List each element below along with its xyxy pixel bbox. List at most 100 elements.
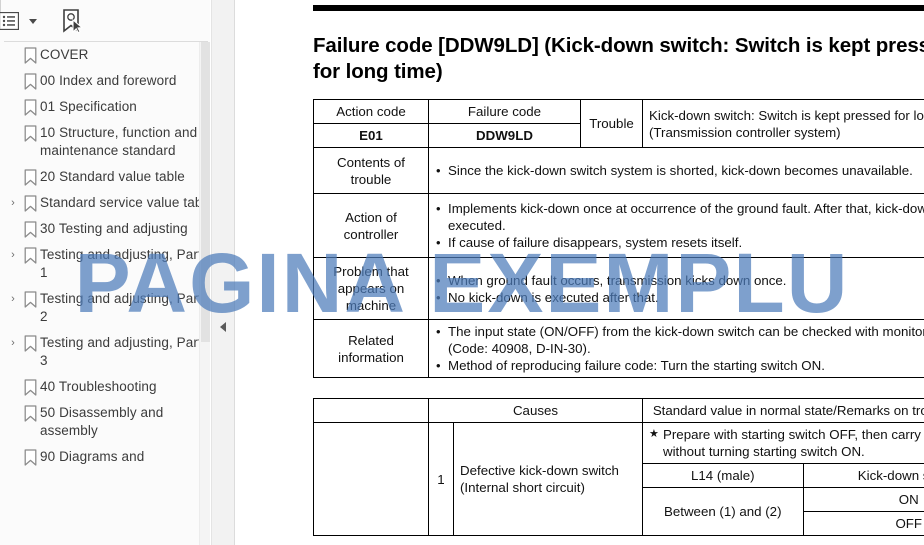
cause-number: 1 (428, 422, 454, 536)
table-row: L14 (male) Kick-down switch (643, 464, 924, 488)
header-action-code: Action code (313, 99, 429, 124)
row-label-problem-on-machine: Problem that appears on machine (313, 257, 429, 320)
empty-corner-cell (313, 398, 429, 423)
bullet-item: When ground fault occurs, transmission k… (435, 272, 924, 289)
related-information-cell: The input state (ON/OFF) from the kick-d… (428, 319, 924, 378)
bullet-item: Method of reproducing failure code: Turn… (435, 357, 924, 374)
sidebar-splitter[interactable] (211, 0, 235, 545)
bookmark-item-0[interactable]: ›COVER (0, 42, 210, 68)
bookmark-item-9[interactable]: › Testing and adjusting, Part 3 (0, 330, 210, 374)
bookmark-item-11[interactable]: ›50 Disassembly and assembly (0, 400, 210, 444)
bookmark-item-5[interactable]: › Standard service value tab (0, 190, 210, 216)
table-row: Related information The input state (ON/… (313, 319, 924, 378)
bookmark-item-label: 20 Standard value table (40, 169, 185, 184)
bullet-item: If cause of failure disappears, system r… (435, 234, 924, 251)
bookmark-item-2[interactable]: ›01 Specification (0, 94, 210, 120)
bookmark-icon (20, 448, 40, 466)
sidebar-scrollbar-thumb[interactable] (201, 42, 210, 342)
cause-line-1: Defective kick-down switch (460, 463, 619, 478)
bookmark-item-12[interactable]: ›90 Diagrams and (0, 444, 210, 470)
bookmark-icon (20, 194, 40, 212)
table-row: Action code Failure code Trouble Kick-do… (313, 99, 924, 148)
value-failure-code: DDW9LD (428, 123, 581, 148)
row-label-action-of-controller: Action of controller (313, 193, 429, 258)
action-of-controller-cell: Implements kick-down once at occurrence … (428, 193, 924, 258)
row-label-related-information: Related information (313, 319, 429, 378)
value-action-code: E01 (313, 123, 429, 148)
table-row: Action of controller Implements kick-dow… (313, 193, 924, 258)
bullet-item: Since the kick-down switch system is sho… (435, 162, 924, 179)
bookmark-item-6[interactable]: ›30 Testing and adjusting (0, 216, 210, 242)
triangle-left-icon (220, 322, 226, 332)
header-standard-value: Standard value in normal state/Remarks o… (642, 398, 924, 423)
header-causes: Causes (428, 398, 643, 423)
bookmark-pointer-icon[interactable] (55, 6, 87, 36)
sidebar-scrollbar[interactable] (199, 42, 210, 545)
page-header-rule (313, 5, 924, 11)
bookmark-icon (20, 220, 40, 238)
trouble-description: Kick-down switch: Switch is kept pressed… (642, 99, 924, 148)
standard-value-note: Prepare with starting switch OFF, then c… (642, 422, 924, 464)
bookmark-item-label: Testing and adjusting, Part 1 (40, 247, 202, 280)
bookmark-list[interactable]: ›COVER›00 Index and foreword›01 Specific… (0, 42, 210, 545)
table-row: Contents of trouble Since the kick-down … (313, 147, 924, 194)
measurement-points: Between (1) and (2) (643, 487, 804, 535)
bookmark-item-7[interactable]: › Testing and adjusting, Part 1 (0, 242, 210, 286)
header-trouble: Trouble (580, 99, 643, 148)
bookmark-item-label: 50 Disassembly and assembly (40, 405, 164, 438)
table-row: Causes Standard value in normal state/Re… (313, 398, 924, 423)
standard-value-subtable-cell: L14 (male) Kick-down switch Between (1) … (642, 463, 924, 536)
contents-of-trouble-cell: Since the kick-down switch system is sho… (428, 147, 924, 194)
measurement-subtable: L14 (male) Kick-down switch Between (1) … (643, 464, 924, 535)
trouble-line-2: (Transmission controller system) (649, 124, 841, 140)
bookmark-icon (20, 72, 40, 90)
bookmark-icon (20, 46, 40, 64)
chevron-right-icon[interactable]: › (6, 246, 20, 261)
bookmark-item-3[interactable]: ›10 Structure, function and maintenance … (0, 120, 210, 164)
bookmark-item-4[interactable]: ›20 Standard value table (0, 164, 210, 190)
bookmark-item-label: 10 Structure, function and maintenance s… (40, 125, 198, 158)
bookmark-icon (20, 290, 40, 308)
cause-line-2: (Internal short circuit) (460, 480, 585, 495)
bookmark-icon (20, 124, 40, 142)
failure-code-summary-table: Action code Failure code Trouble Kick-do… (313, 99, 924, 378)
header-failure-code: Failure code (428, 99, 581, 124)
problem-on-machine-cell: When ground fault occurs, transmission k… (428, 257, 924, 320)
bookmarks-toolbar (0, 0, 210, 42)
sidebar-collapse-button[interactable] (211, 318, 235, 336)
bullet-item: The input state (ON/OFF) from the kick-d… (435, 323, 924, 357)
subheader-connector: L14 (male) (643, 464, 804, 488)
bookmark-item-10[interactable]: ›40 Troubleshooting (0, 374, 210, 400)
outline-list-icon[interactable] (0, 8, 24, 34)
subheader-switch: Kick-down switch (802, 464, 924, 488)
chevron-down-icon[interactable] (24, 8, 42, 34)
trouble-line-1: Kick-down switch: Switch is kept pressed… (649, 107, 924, 123)
bookmark-item-label: 90 Diagrams and (40, 449, 145, 464)
bookmark-icon (20, 168, 40, 186)
cause-description: Defective kick-down switch (Internal sho… (453, 422, 643, 536)
note-line-1: Prepare with starting switch OFF, then c… (649, 426, 924, 443)
caret-shape (29, 18, 37, 24)
document-page: Failure code [DDW9LD] (Kick-down switch:… (236, 0, 924, 545)
bookmark-item-label: 01 Specification (40, 99, 137, 114)
bullet-item: No kick-down is executed after that. (435, 289, 924, 306)
bookmark-item-8[interactable]: › Testing and adjusting, Part 2 (0, 286, 210, 330)
bookmark-icon (20, 98, 40, 116)
table-row: 1 Defective kick-down switch (Internal s… (313, 422, 924, 536)
measurement-value-off: OFF (802, 511, 924, 535)
chevron-right-icon[interactable]: › (6, 194, 20, 209)
page-title: Failure code [DDW9LD] (Kick-down switch:… (313, 34, 924, 83)
note-line-2: without turning starting switch ON. (663, 444, 865, 459)
table-row: Between (1) and (2) ON (643, 487, 924, 535)
bookmark-item-label: COVER (40, 47, 89, 62)
pdf-viewer-window: ›COVER›00 Index and foreword›01 Specific… (0, 0, 924, 545)
chevron-right-icon[interactable]: › (6, 290, 20, 305)
chevron-right-icon[interactable]: › (6, 334, 20, 349)
bookmark-icon (20, 246, 40, 264)
bookmark-item-label: Testing and adjusting, Part 2 (40, 291, 202, 324)
bullet-item: Implements kick-down once at occurrence … (435, 200, 924, 234)
bookmark-item-label: 30 Testing and adjusting (40, 221, 188, 236)
bookmark-item-1[interactable]: ›00 Index and foreword (0, 68, 210, 94)
bookmark-item-label: 00 Index and foreword (40, 73, 177, 88)
bookmark-item-label: 40 Troubleshooting (40, 379, 157, 394)
